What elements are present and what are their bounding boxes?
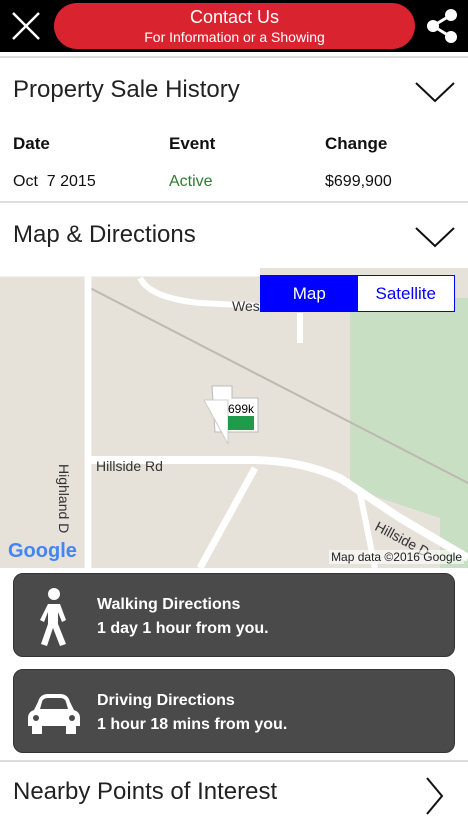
road-label-hillside: Hillside Rd <box>96 458 163 474</box>
map-poi-label: West <box>232 298 264 314</box>
walking-person-icon <box>40 588 66 646</box>
sale-history-header[interactable]: Property Sale History <box>0 60 468 120</box>
google-logo: Google <box>8 540 77 562</box>
driving-directions-button[interactable]: Driving Directions 1 hour 18 mins from y… <box>13 669 455 753</box>
chevron-down-icon <box>415 82 455 103</box>
section-title: Property Sale History <box>13 76 240 103</box>
map-directions-header[interactable]: Map & Directions <box>0 205 468 265</box>
road-label-highland: Highland D <box>56 464 72 534</box>
walking-duration: 1 day 1 hour from you. <box>97 620 269 637</box>
top-bar: Contact Us For Information or a Showing <box>0 0 468 52</box>
column-header-event: Event <box>169 134 216 153</box>
contact-subtitle: For Information or a Showing <box>144 29 325 45</box>
divider <box>0 760 468 762</box>
satellite-toggle-button[interactable]: Satellite <box>357 276 454 311</box>
divider <box>0 56 468 58</box>
share-icon <box>427 9 457 43</box>
history-event: Active <box>169 173 213 190</box>
map-view[interactable]: West ub 699k Hillside Rd Hillside D High… <box>0 268 468 568</box>
map-toggle-button[interactable]: Map <box>261 276 358 311</box>
driving-title: Driving Directions <box>97 692 235 709</box>
column-header-date: Date <box>13 134 50 153</box>
walking-title: Walking Directions <box>97 596 241 613</box>
close-icon <box>12 12 40 40</box>
chevron-down-icon <box>415 227 455 248</box>
chevron-right-icon <box>426 777 444 815</box>
section-title: Nearby Points of Interest <box>13 778 278 805</box>
price-marker-label[interactable]: 699k <box>228 402 254 416</box>
history-date: Oct 7 2015 <box>13 173 96 190</box>
section-title: Map & Directions <box>13 221 196 248</box>
car-icon <box>28 694 80 734</box>
map-attribution: Map data ©2016 Google <box>329 550 464 564</box>
close-button[interactable] <box>6 6 46 46</box>
column-header-change: Change <box>325 134 388 153</box>
contact-us-button[interactable]: Contact Us For Information or a Showing <box>54 3 415 49</box>
driving-duration: 1 hour 18 mins from you. <box>97 716 288 733</box>
share-button[interactable] <box>422 6 462 46</box>
history-change: $699,900 <box>325 173 392 190</box>
walking-directions-button[interactable]: Walking Directions 1 day 1 hour from you… <box>13 573 455 657</box>
divider <box>0 201 468 203</box>
contact-title: Contact Us <box>189 7 280 27</box>
map-type-toggle: Map Satellite <box>260 275 455 312</box>
nearby-poi-header[interactable]: Nearby Points of Interest <box>0 764 468 824</box>
